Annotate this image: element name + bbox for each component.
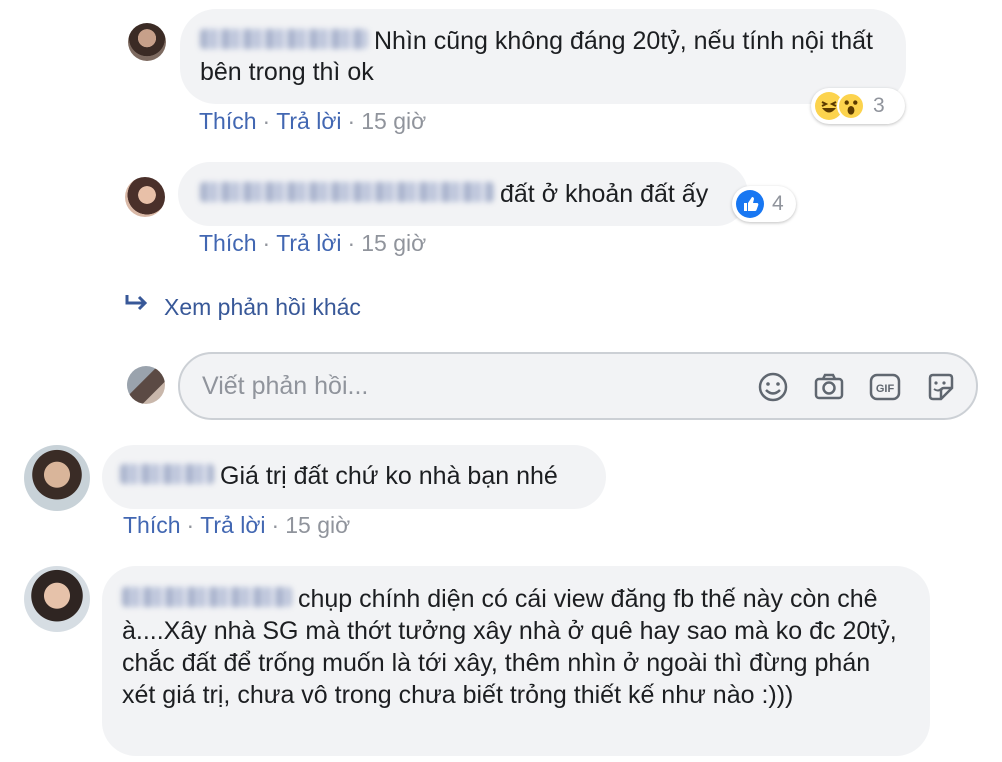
comment-text: đất ở khoản đất ấy xyxy=(500,180,709,208)
timestamp[interactable]: 15 giờ xyxy=(285,512,350,538)
sticker-icon[interactable] xyxy=(923,369,959,405)
reply-link[interactable]: Trả lời xyxy=(276,230,341,256)
comment-text: Giá trị đất chứ ko nhà bạn nhé xyxy=(220,462,558,490)
comment-bubble: Nhìn cũng không đáng 20tỷ, nếu tính nội … xyxy=(180,9,906,104)
avatar[interactable] xyxy=(128,23,166,61)
avatar[interactable] xyxy=(24,566,90,632)
reply-arrow-icon xyxy=(124,292,150,319)
reply-composer: GIF xyxy=(178,352,978,420)
comment-actions: Thích · Trả lời · 15 giờ xyxy=(199,108,427,134)
like-link[interactable]: Thích xyxy=(199,108,257,134)
svg-text:GIF: GIF xyxy=(876,383,895,395)
timestamp[interactable]: 15 giờ xyxy=(361,230,426,256)
current-user-avatar xyxy=(127,366,165,404)
reply-link[interactable]: Trả lời xyxy=(200,512,265,538)
like-link[interactable]: Thích xyxy=(199,230,257,256)
thumbs-up-icon xyxy=(736,190,764,218)
timestamp[interactable]: 15 giờ xyxy=(361,108,426,134)
reply-input[interactable] xyxy=(200,368,724,404)
wow-emoji-icon xyxy=(837,92,865,120)
emoji-icon[interactable] xyxy=(755,369,791,405)
reaction-summary[interactable]: 4 xyxy=(732,186,796,222)
avatar[interactable] xyxy=(24,445,90,511)
reaction-summary[interactable]: 3 xyxy=(811,88,905,124)
reply-link[interactable]: Trả lời xyxy=(276,108,341,134)
like-link[interactable]: Thích xyxy=(123,512,181,538)
camera-icon[interactable] xyxy=(811,369,847,405)
reaction-count: 3 xyxy=(873,94,885,117)
reaction-count: 4 xyxy=(772,192,784,215)
comment-bubble: đất ở khoản đất ấy xyxy=(178,162,748,226)
author-name-blurred[interactable] xyxy=(200,182,494,203)
more-replies-label: Xem phản hồi khác xyxy=(164,294,361,320)
gif-icon[interactable]: GIF xyxy=(867,369,903,405)
comment-actions: Thích · Trả lời · 15 giờ xyxy=(199,230,427,256)
comment-bubble: Giá trị đất chứ ko nhà bạn nhé xyxy=(102,445,606,509)
avatar[interactable] xyxy=(125,177,165,217)
author-name-blurred[interactable] xyxy=(122,587,292,608)
comment-bubble: chụp chính diện có cái view đăng fb thế … xyxy=(102,566,930,756)
author-name-blurred[interactable] xyxy=(200,29,368,50)
more-replies-link[interactable]: Xem phản hồi khác xyxy=(124,294,361,322)
comment-actions: Thích · Trả lời · 15 giờ xyxy=(123,512,351,538)
author-name-blurred[interactable] xyxy=(120,464,214,485)
